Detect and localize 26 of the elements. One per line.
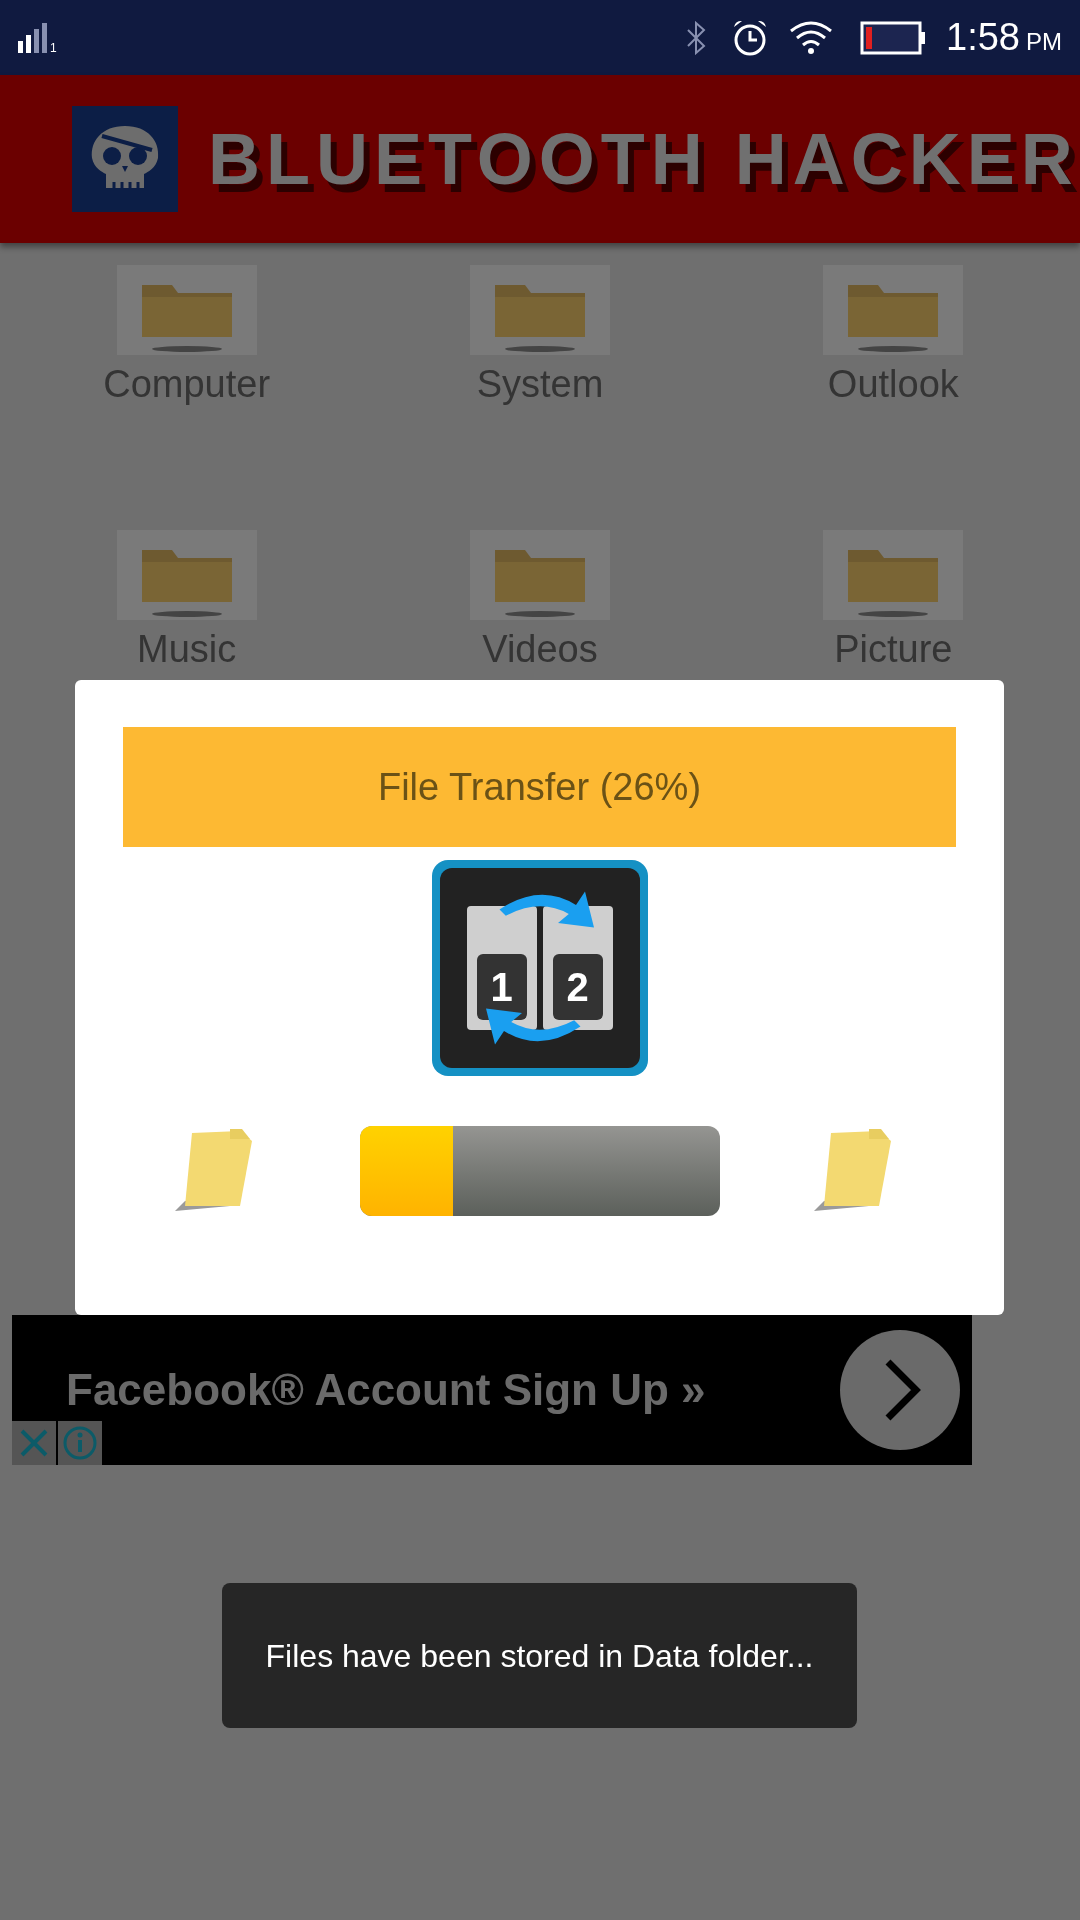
toast-text: Files have been stored in Data folder... xyxy=(265,1636,814,1676)
ad-text: Facebook® Account Sign Up » xyxy=(66,1364,707,1416)
folder-label: Outlook xyxy=(827,365,959,403)
folder-icon[interactable] xyxy=(823,530,964,620)
ad-banner[interactable]: Facebook® Account Sign Up » xyxy=(12,1315,972,1465)
signal-icon xyxy=(18,22,48,53)
battery-icon xyxy=(860,20,927,55)
sim-label: 1 xyxy=(50,40,57,57)
folder-label: Music xyxy=(137,630,237,668)
folder-label: Computer xyxy=(103,365,271,403)
folder-icon[interactable] xyxy=(116,265,257,355)
folder-label: System xyxy=(476,365,604,403)
folder-label: Picture xyxy=(834,630,953,668)
folder-icon[interactable] xyxy=(470,265,610,355)
folder-icon[interactable] xyxy=(823,265,964,355)
bluetooth-icon xyxy=(686,20,707,55)
clock-meridiem: PM xyxy=(1026,26,1062,57)
folder-label: Videos xyxy=(482,630,598,668)
folder-icon[interactable] xyxy=(116,530,257,620)
digit-tile: 2 xyxy=(552,954,603,1020)
clock-time: 1:58 xyxy=(946,15,1020,60)
app-title: BLUETOOTH HACKER xyxy=(208,118,1079,201)
folder-icon[interactable] xyxy=(470,530,610,620)
skull-logo-icon xyxy=(72,106,178,212)
dialog-title: File Transfer (26%) xyxy=(377,764,702,810)
chevron-right-icon[interactable] xyxy=(840,1330,960,1450)
